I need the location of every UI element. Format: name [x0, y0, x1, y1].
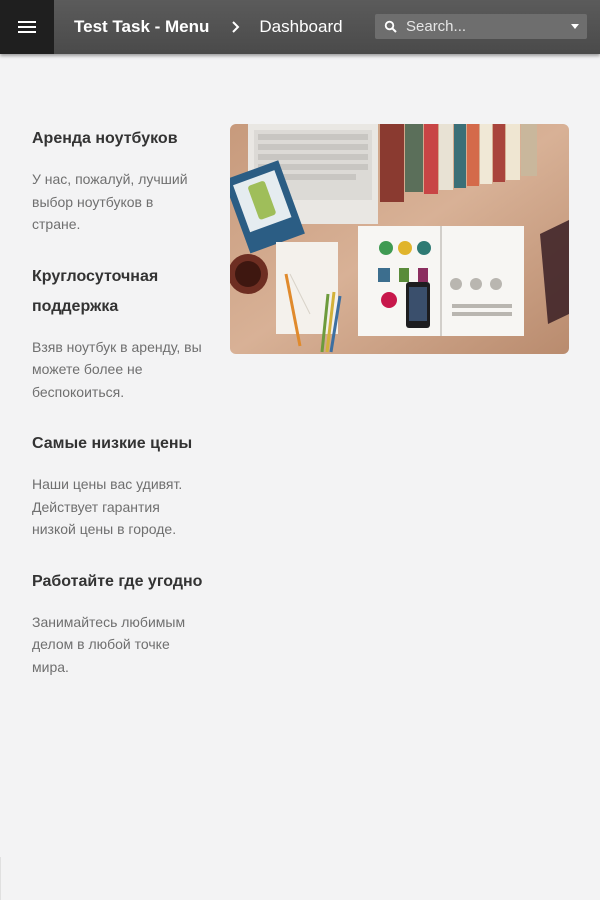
feature-text: Взяв ноутбук в аренду, вы можете более н… — [32, 338, 202, 400]
feature-title: Самые низкие цены — [32, 435, 193, 452]
feature-text: Занимайтесь любимым делом в любой точке … — [32, 613, 186, 675]
feature-title: Работайте где угодно — [32, 572, 203, 590]
features-list: Аренда ноутбуков У нас, пожалуй, лучший … — [32, 124, 204, 704]
workspace-photo — [230, 124, 569, 354]
search-input[interactable] — [406, 18, 566, 35]
search-icon — [384, 20, 398, 34]
top-app-bar: Test Task - Menu Dashboard — [0, 0, 600, 54]
feature-text: Наши цены вас удивят. Действует гарантия… — [32, 476, 183, 537]
feature-item: Аренда ноутбуков У нас, пожалуй, лучший … — [32, 124, 204, 236]
feature-item: Круглосуточная поддержка Взяв ноутбук в … — [32, 262, 204, 404]
feature-text: У нас, пожалуй, лучший выбор ноутбуков в… — [32, 171, 188, 232]
search-field[interactable] — [375, 14, 587, 39]
page-edge — [0, 857, 1, 900]
feature-item: Самые низкие цены Наши цены вас удивят. … — [32, 429, 204, 541]
menu-button[interactable] — [0, 0, 54, 54]
feature-title: Круглосуточная поддержка — [32, 267, 159, 315]
feature-title: Аренда ноутбуков — [32, 130, 178, 147]
chevron-right-icon — [229, 20, 243, 34]
feature-item: Работайте где угодно Занимайтесь любимым… — [32, 567, 204, 679]
caret-down-icon[interactable] — [571, 24, 579, 29]
app-title[interactable]: Test Task - Menu — [74, 17, 209, 37]
hamburger-icon — [18, 20, 36, 34]
breadcrumb-dashboard[interactable]: Dashboard — [259, 17, 342, 37]
